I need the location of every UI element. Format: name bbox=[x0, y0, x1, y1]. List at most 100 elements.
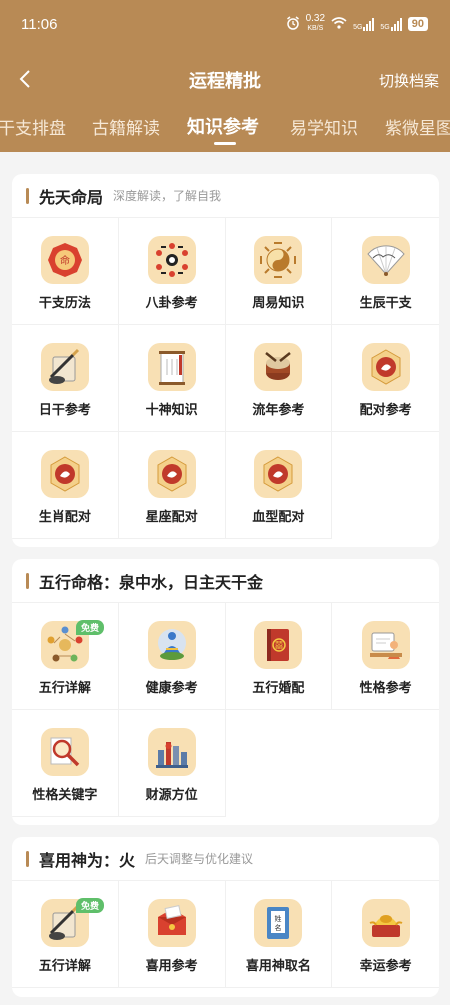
grid-item-shengxiao-peidui[interactable]: 生肖配对 bbox=[12, 432, 119, 539]
shishen-scroll-icon bbox=[147, 343, 196, 391]
tab-bar: 干支排盘 古籍解读 知识参考 易学知识 紫微星图 bbox=[0, 112, 450, 152]
drum-icon bbox=[254, 343, 303, 391]
grid-item-wuxing-hunpei[interactable]: 囍 五行婚配 bbox=[225, 603, 333, 710]
book-char-2: 名 bbox=[275, 923, 282, 932]
grid-item-label: 健康参考 bbox=[145, 681, 198, 696]
section-title: 先天命局 bbox=[39, 187, 104, 207]
grid-item-label: 喜用参考 bbox=[145, 959, 198, 974]
grid-item-label: 日干参考 bbox=[38, 403, 91, 418]
marriage-book-icon: 囍 bbox=[254, 621, 303, 669]
name-book-icon: 姓名 bbox=[254, 899, 303, 947]
status-time: 11:06 bbox=[21, 16, 58, 33]
city-icon bbox=[147, 728, 196, 776]
free-badge: 免费 bbox=[76, 898, 105, 913]
grid-item-xingge-cankao[interactable]: 性格参考 bbox=[332, 603, 439, 710]
section-xiyongshen: 喜用神为：火 后天调整与优化建议 免费 五行详解 喜用参考 姓名 喜用神取名 幸… bbox=[12, 837, 439, 997]
grid-item-rigan-cankao[interactable]: 日干参考 bbox=[12, 325, 119, 432]
scroll-brush-icon bbox=[40, 343, 89, 391]
ingot-icon bbox=[361, 899, 410, 947]
section-header: 五行命格：泉中水，日主天干金 bbox=[12, 559, 439, 603]
section-accent-bar bbox=[26, 850, 29, 867]
grid-item-caiyuan-fangwei[interactable]: 财源方位 bbox=[118, 710, 226, 817]
empty-cell bbox=[332, 432, 439, 539]
grid-item-label: 生肖配对 bbox=[38, 510, 91, 525]
grid-item-liunian-cankao[interactable]: 流年参考 bbox=[225, 325, 333, 432]
grid-item-xingyun-cankao[interactable]: 幸运参考 bbox=[332, 881, 439, 988]
grid-item-zhouyi-zhishi[interactable]: 周易知识 bbox=[225, 218, 333, 325]
net-speed-value: 0.32 bbox=[305, 13, 326, 24]
grid-item-xuexing-peidui[interactable]: 血型配对 bbox=[225, 432, 333, 539]
grid-item-wuxing-xiangjie-2[interactable]: 免费 五行详解 bbox=[12, 881, 119, 988]
alarm-icon bbox=[286, 15, 300, 33]
grid-item-label: 财源方位 bbox=[145, 788, 198, 803]
grid-item-label: 五行详解 bbox=[38, 959, 91, 974]
section-wuxing-minge: 五行命格：泉中水，日主天干金 免费 五行详解 健康参考 囍 五行婚配 性格参考 … bbox=[12, 559, 439, 825]
tab-ganzhi-paipan[interactable]: 干支排盘 bbox=[0, 114, 66, 139]
network-2-label: 5G bbox=[380, 24, 390, 31]
section-xiantian-mingju: 先天命局 深度解读，了解自我 命 干支历法 八卦参考 周易知识 生辰干支 日干参… bbox=[12, 174, 439, 547]
grid-item-peidui-cankao[interactable]: 配对参考 bbox=[332, 325, 439, 432]
meditation-icon bbox=[147, 621, 196, 669]
match-seal-icon bbox=[361, 343, 410, 391]
section-subtitle: 后天调整与优化建议 bbox=[145, 852, 254, 866]
grid-item-shengchen-ganzhi[interactable]: 生辰干支 bbox=[332, 218, 439, 325]
signal-1-icon: 5G bbox=[353, 17, 375, 31]
section-title: 喜用神为：火 bbox=[39, 850, 136, 870]
grid-item-bagua-cankao[interactable]: 八卦参考 bbox=[118, 218, 226, 325]
header: 11:06 0.32 KB/S 5G 5G 90 运程精批 切换档案 干支排盘 … bbox=[0, 0, 450, 152]
personality-icon bbox=[361, 621, 410, 669]
grid-item-label: 周易知识 bbox=[252, 296, 305, 311]
grid-item-shishen-zhishi[interactable]: 十神知识 bbox=[118, 325, 226, 432]
grid-item-xingzuo-peidui[interactable]: 星座配对 bbox=[118, 432, 226, 539]
tab-ziwei-xingtu[interactable]: 紫微星图 bbox=[385, 114, 450, 139]
signal-2-icon: 5G bbox=[380, 17, 402, 31]
battery-indicator: 90 bbox=[407, 17, 428, 31]
grid-item-label: 喜用神取名 bbox=[245, 959, 311, 974]
svg-text:命: 命 bbox=[60, 254, 70, 267]
grid-item-xiyong-cankao[interactable]: 喜用参考 bbox=[118, 881, 226, 988]
grid-item-jiankang-cankao[interactable]: 健康参考 bbox=[118, 603, 226, 710]
magnifier-icon bbox=[40, 728, 89, 776]
tab-active-indicator bbox=[214, 142, 236, 145]
grid-item-label: 性格关键字 bbox=[32, 788, 98, 803]
grid-item-label: 八卦参考 bbox=[145, 296, 198, 311]
tab-yixue-zhishi[interactable]: 易学知识 bbox=[290, 114, 358, 139]
section-accent-bar bbox=[26, 572, 29, 589]
grid-item-label: 配对参考 bbox=[359, 403, 412, 418]
nav-bar: 运程精批 切换档案 bbox=[0, 58, 450, 102]
grid-item-label: 干支历法 bbox=[38, 296, 91, 311]
section-subtitle: 深度解读，了解自我 bbox=[113, 189, 222, 203]
net-speed-unit: KB/S bbox=[307, 25, 324, 32]
grid-item-label: 十神知识 bbox=[145, 403, 198, 418]
switch-profile-button[interactable]: 切换档案 bbox=[379, 70, 439, 91]
empty-cell bbox=[226, 710, 333, 817]
grid-item-xiyongshen-quming[interactable]: 姓名 喜用神取名 bbox=[225, 881, 333, 988]
status-bar: 11:06 0.32 KB/S 5G 5G 90 bbox=[0, 0, 450, 52]
item-grid: 免费 五行详解 健康参考 囍 五行婚配 性格参考 性格关键字 财源方位 bbox=[12, 603, 439, 817]
bagua-icon: 命 bbox=[40, 236, 89, 284]
grid-item-wuxing-xiangjie[interactable]: 免费 五行详解 bbox=[12, 603, 119, 710]
empty-cell bbox=[332, 710, 439, 817]
item-grid: 免费 五行详解 喜用参考 姓名 喜用神取名 幸运参考 bbox=[12, 881, 439, 988]
grid-item-label: 生辰干支 bbox=[359, 296, 412, 311]
section-title: 五行命格：泉中水，日主天干金 bbox=[39, 572, 264, 592]
section-accent-bar bbox=[26, 187, 29, 204]
grid-item-ganzhi-lifa[interactable]: 命 干支历法 bbox=[12, 218, 119, 325]
grid-item-label: 性格参考 bbox=[359, 681, 412, 696]
grid-item-label: 血型配对 bbox=[252, 510, 305, 525]
tab-guji-jiedu[interactable]: 古籍解读 bbox=[92, 114, 160, 139]
tab-zhishi-cankao[interactable]: 知识参考 bbox=[187, 113, 259, 139]
svg-text:囍: 囍 bbox=[275, 640, 283, 650]
grid-item-xingge-guanjianzi[interactable]: 性格关键字 bbox=[12, 710, 119, 817]
wifi-icon bbox=[331, 16, 347, 32]
item-grid: 命 干支历法 八卦参考 周易知识 生辰干支 日干参考 十神知识 流年参考 配对参… bbox=[12, 218, 439, 539]
status-icons: 0.32 KB/S 5G 5G 90 bbox=[286, 14, 428, 34]
bagua-circle-icon bbox=[147, 236, 196, 284]
fan-icon bbox=[361, 236, 410, 284]
grid-item-label: 五行婚配 bbox=[252, 681, 305, 696]
grid-item-label: 五行详解 bbox=[38, 681, 91, 696]
grid-item-label: 幸运参考 bbox=[359, 959, 412, 974]
free-badge: 免费 bbox=[76, 620, 105, 635]
book-char-1: 姓 bbox=[275, 914, 282, 923]
section-header: 先天命局 深度解读，了解自我 bbox=[12, 174, 439, 218]
